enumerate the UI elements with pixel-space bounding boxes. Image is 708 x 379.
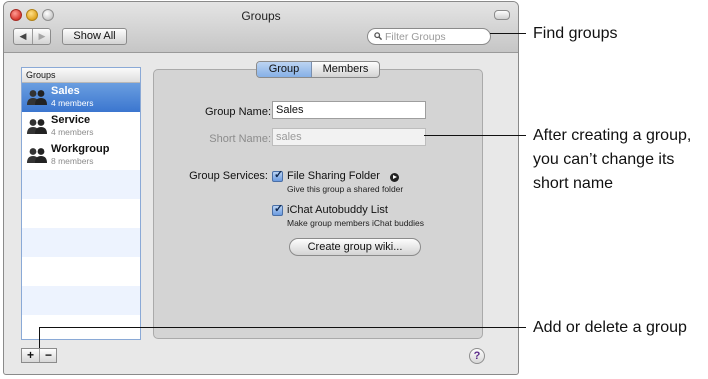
group-icon <box>27 90 47 105</box>
callout-line-short-name <box>424 135 526 136</box>
filter-groups-field[interactable]: Filter Groups <box>367 28 491 45</box>
add-group-button[interactable]: + <box>22 349 40 362</box>
callout-find-groups: Find groups <box>533 25 618 42</box>
group-icon <box>27 148 47 163</box>
back-arrow-icon[interactable]: ◀ <box>14 29 33 44</box>
file-sharing-title: File Sharing Folder <box>287 170 380 182</box>
show-all-button[interactable]: Show All <box>62 28 127 45</box>
group-services-label: Group Services: <box>189 170 268 182</box>
empty-row <box>22 170 140 199</box>
create-group-wiki-button[interactable]: Create group wiki... <box>289 238 421 256</box>
group-name-field[interactable]: Sales <box>272 101 426 119</box>
file-sharing-description: Give this group a shared folder <box>287 184 404 194</box>
add-remove-buttons: + − <box>21 348 57 363</box>
forward-arrow-icon[interactable]: ▶ <box>33 29 51 44</box>
callout-line-find <box>490 33 526 34</box>
group-row-sales[interactable]: Sales 4 members <box>22 83 140 112</box>
group-member-count: 8 members <box>51 156 94 166</box>
callout-line-add-vertical <box>39 327 40 348</box>
group-row-service[interactable]: Service 4 members <box>22 112 140 141</box>
tab-group[interactable]: Group <box>257 62 312 77</box>
tab-control: Group Members <box>256 61 380 78</box>
callout-short-name-line1: After creating a group, <box>533 127 692 144</box>
groups-list-header: Groups <box>22 68 140 83</box>
group-name: Sales <box>51 85 80 97</box>
ichat-autobuddy-title: iChat Autobuddy List <box>287 204 388 216</box>
callout-short-name-line2: you can’t change its <box>533 151 675 168</box>
empty-row <box>22 257 140 286</box>
empty-row <box>22 286 140 315</box>
help-button[interactable]: ? <box>469 348 485 364</box>
nav-buttons: ◀ ▶ <box>13 28 51 45</box>
callout-add-delete: Add or delete a group <box>533 319 687 336</box>
groups-list: Groups Sales 4 members Service 4 members… <box>21 67 141 340</box>
empty-row <box>22 199 140 228</box>
group-icon <box>27 119 47 134</box>
checkmark-icon: ✓ <box>274 203 284 215</box>
tab-members[interactable]: Members <box>312 62 379 77</box>
empty-row <box>22 228 140 257</box>
short-name-field: sales <box>272 128 426 146</box>
group-member-count: 4 members <box>51 98 94 108</box>
groups-window: Groups ◀ ▶ Show All Filter Groups Groups… <box>3 1 519 375</box>
go-arrow-icon[interactable] <box>390 173 399 182</box>
group-name: Service <box>51 114 91 126</box>
callout-line-add-delete <box>39 327 526 328</box>
callout-short-name-line3: short name <box>533 175 614 192</box>
ichat-autobuddy-checkbox[interactable]: ✓ <box>272 203 284 216</box>
group-name-label: Group Name: <box>204 106 271 118</box>
ichat-autobuddy-description: Make group members iChat buddies <box>287 218 425 228</box>
short-name-label: Short Name: <box>209 133 271 145</box>
search-placeholder: Filter Groups <box>385 31 446 43</box>
search-icon <box>374 32 382 40</box>
group-name: Workgroup <box>51 143 110 155</box>
toolbar-toggle-button[interactable] <box>494 10 510 20</box>
remove-group-button[interactable]: − <box>40 349 57 362</box>
checkmark-icon: ✓ <box>274 169 284 181</box>
file-sharing-checkbox[interactable]: ✓ <box>272 169 284 182</box>
window-title: Groups <box>241 9 281 23</box>
group-member-count: 4 members <box>51 127 94 137</box>
title-bar: Groups ◀ ▶ Show All Filter Groups <box>4 2 518 53</box>
group-row-workgroup[interactable]: Workgroup 8 members <box>22 141 140 170</box>
